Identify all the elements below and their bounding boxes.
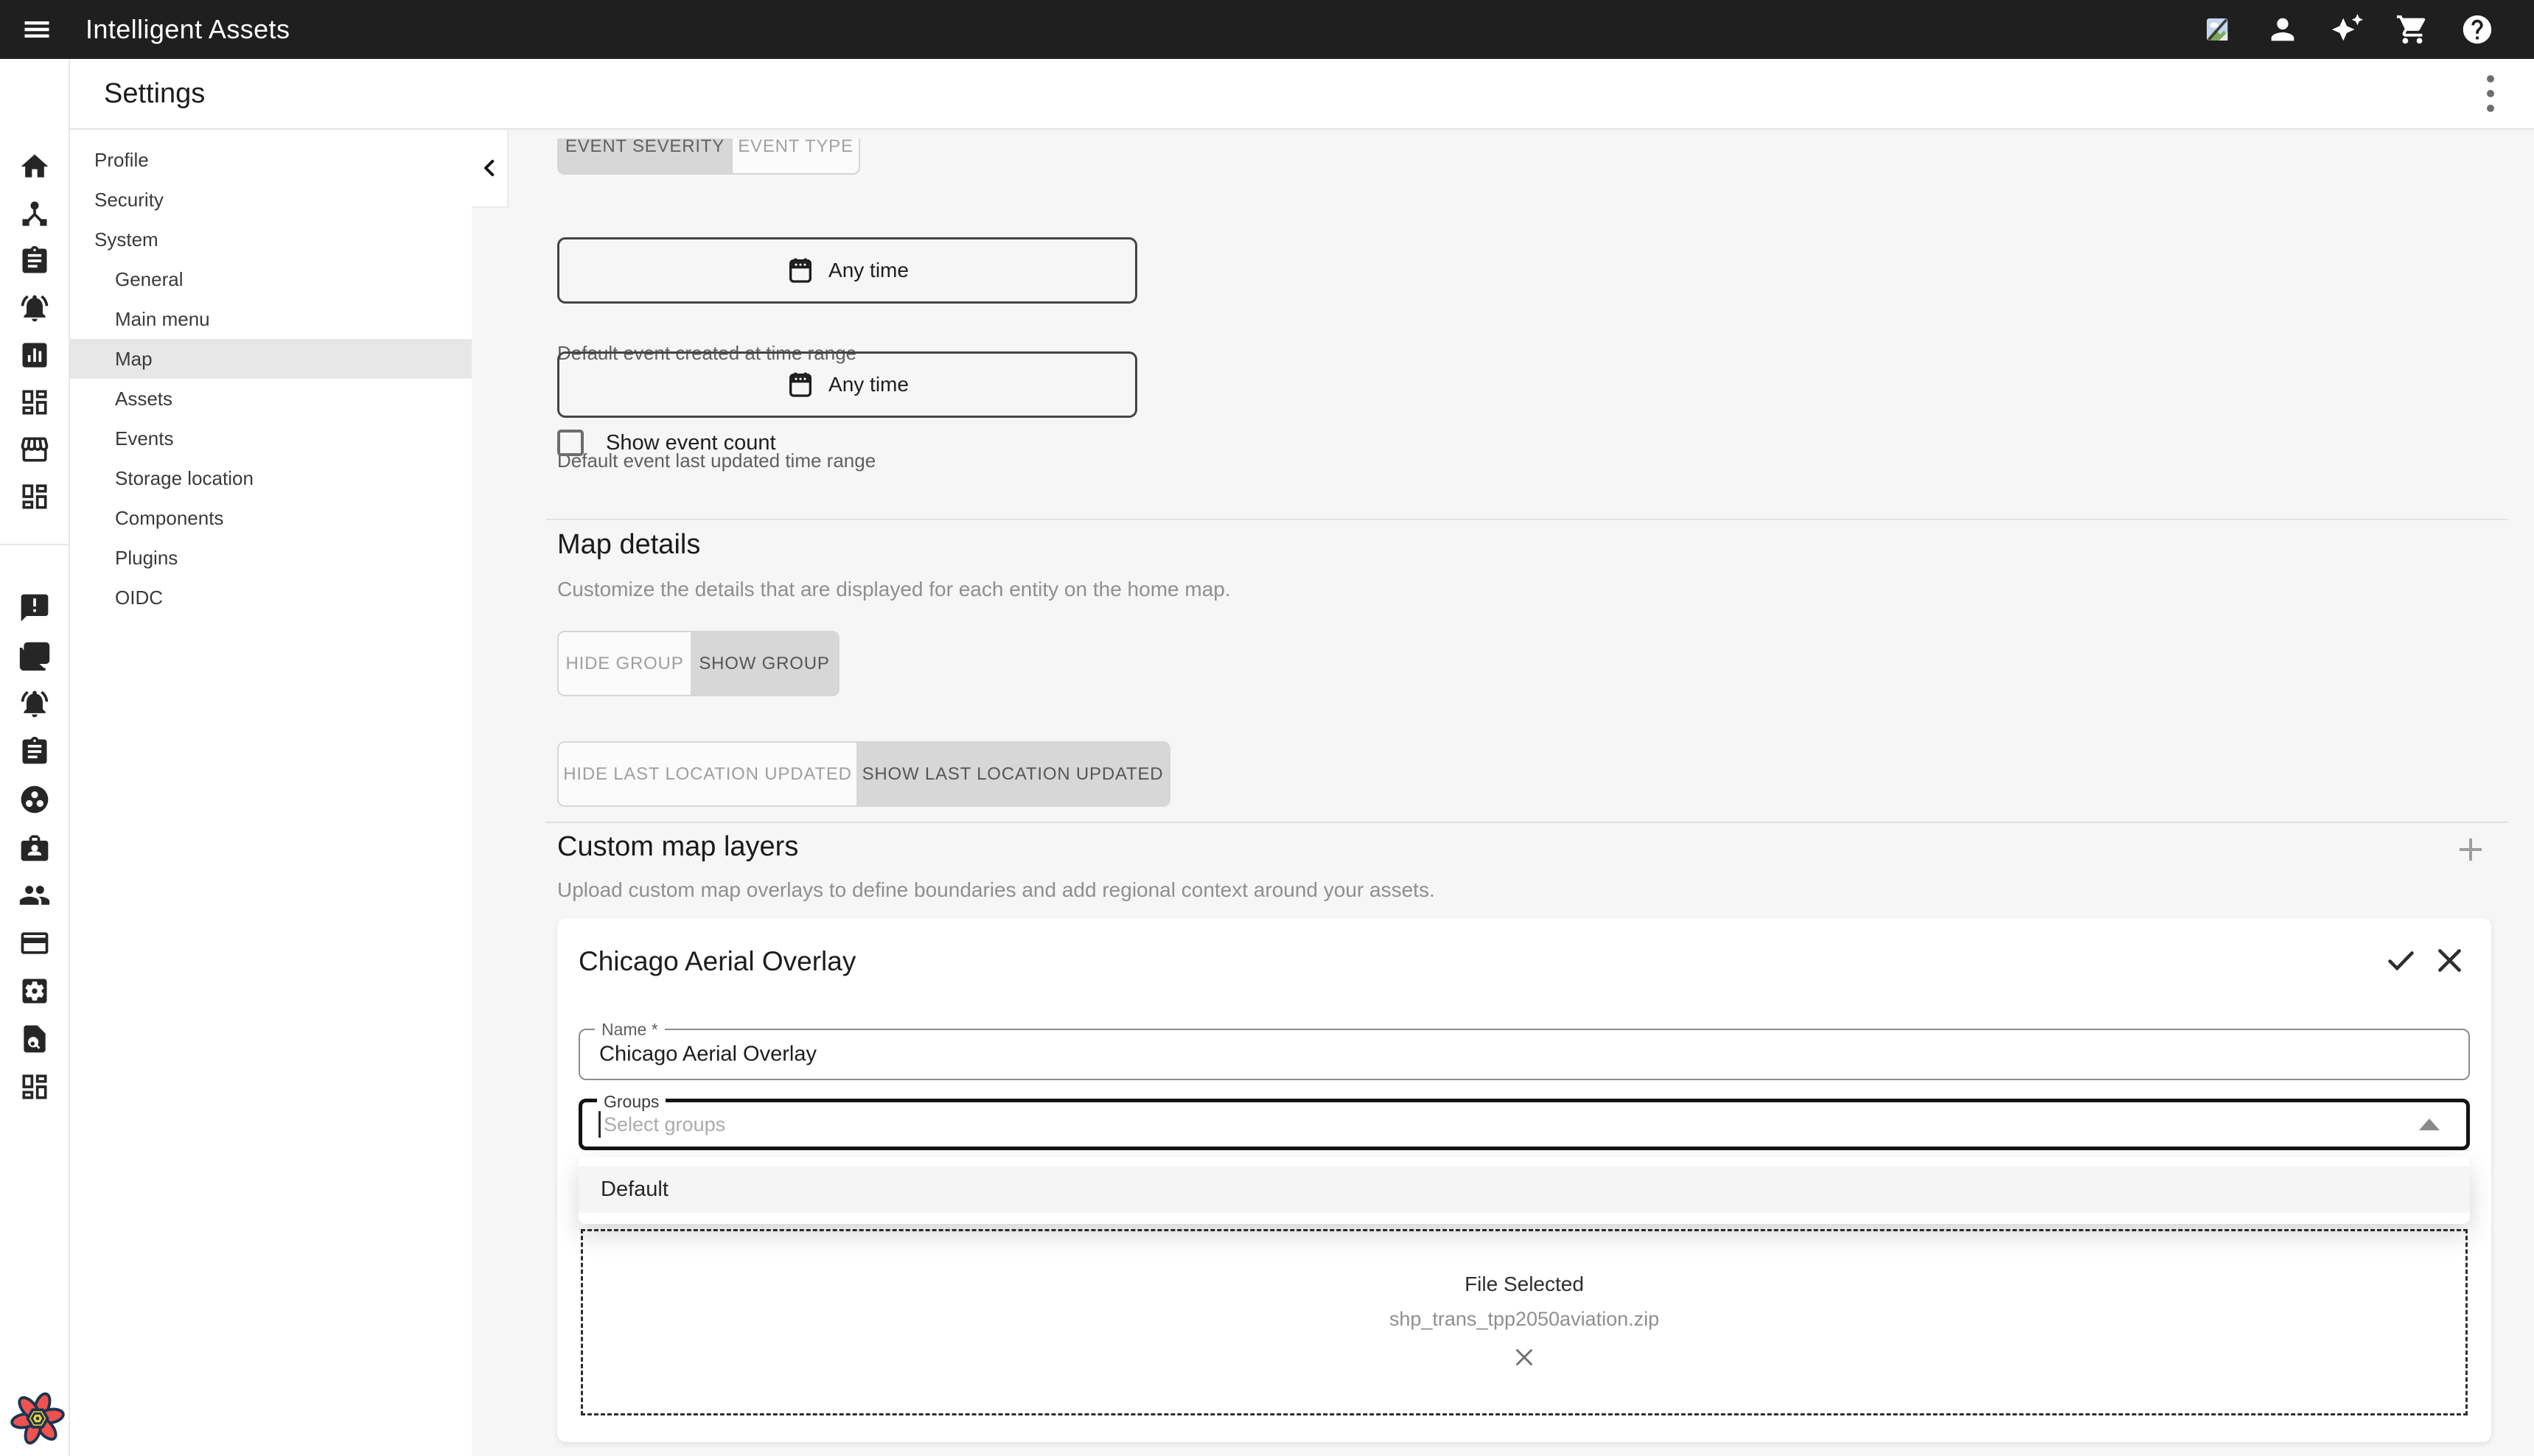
sparkle-icon[interactable] — [2329, 11, 2366, 48]
layer-card: Chicago Aerial Overlay Name * Chicago Ae… — [557, 918, 2491, 1442]
show-event-count-row[interactable]: Show event count — [557, 429, 776, 457]
nav-item-system[interactable]: System — [70, 220, 472, 259]
announcement-icon[interactable] — [0, 584, 69, 631]
close-icon — [1510, 1343, 1538, 1371]
nav-item-assets[interactable]: Assets — [70, 379, 472, 419]
page-title: Settings — [104, 78, 205, 110]
dropdown-open-arrow-icon[interactable] — [2419, 1119, 2440, 1130]
nav-item-map[interactable]: Map — [70, 339, 472, 379]
app-title: Intelligent Assets — [85, 14, 290, 45]
chevron-left-icon — [477, 155, 502, 181]
show-event-count-label: Show event count — [606, 431, 776, 455]
badge-icon[interactable] — [0, 823, 69, 871]
hide-last-location-button[interactable]: HIDE LAST LOCATION UPDATED — [559, 743, 856, 805]
nav-item-profile[interactable]: Profile — [70, 140, 472, 180]
custom-layers-description: Upload custom map overlays to define bou… — [557, 878, 1435, 902]
people-icon[interactable] — [0, 871, 69, 919]
groups-field[interactable]: Groups Select groups — [579, 1099, 2470, 1150]
name-field-label: Name * — [595, 1018, 665, 1040]
nav-item-plugins[interactable]: Plugins — [70, 538, 472, 578]
layer-card-actions — [2384, 943, 2466, 977]
tab-event-severity[interactable]: EVENT SEVERITY — [559, 139, 731, 173]
dashboard-alt-icon[interactable] — [0, 473, 69, 520]
device-hub-icon[interactable] — [0, 190, 69, 237]
updated-range-button[interactable]: Any time — [557, 351, 1137, 418]
settings-applications-icon[interactable] — [0, 967, 69, 1015]
map-details-title: Map details — [557, 529, 700, 561]
dropdown-option-default[interactable]: Default — [579, 1166, 2470, 1213]
nav-item-oidc[interactable]: OIDC — [70, 578, 472, 617]
document-search-icon[interactable] — [0, 1015, 69, 1063]
analytics-icon[interactable] — [0, 332, 69, 379]
created-range-value: Any time — [828, 259, 909, 282]
help-icon[interactable] — [2459, 11, 2496, 48]
more-options-icon[interactable] — [2481, 69, 2500, 118]
app-bar: Intelligent Assets — [0, 0, 2534, 59]
dashboard-icon[interactable] — [0, 379, 69, 426]
last-location-visibility-toggle: HIDE LAST LOCATION UPDATED SHOW LAST LOC… — [557, 741, 1170, 807]
nav-item-security[interactable]: Security — [70, 180, 472, 220]
rail-divider — [0, 544, 70, 545]
home-icon[interactable] — [0, 143, 69, 190]
created-range-button[interactable]: Any time — [557, 237, 1137, 304]
notifications-icon[interactable] — [0, 679, 69, 727]
plus-icon — [2453, 832, 2488, 867]
text-caret — [598, 1111, 601, 1138]
group-visibility-toggle: HIDE GROUP SHOW GROUP — [557, 631, 840, 696]
groups-dropdown: Default — [579, 1157, 2470, 1224]
file-upload-area[interactable]: File Selected shp_trans_tpp2050aviation.… — [581, 1229, 2468, 1415]
dashboard-icon[interactable] — [0, 1063, 69, 1110]
flower-devtools-logo[interactable] — [9, 1390, 66, 1447]
icon-rail — [0, 59, 70, 1456]
group-work-icon[interactable] — [0, 775, 69, 823]
updated-range-value: Any time — [828, 373, 909, 396]
check-icon — [2384, 944, 2418, 977]
collapse-nav-button[interactable] — [472, 130, 509, 208]
file-status: File Selected — [1465, 1273, 1584, 1296]
calendar-icon — [786, 368, 815, 401]
broken-image-icon[interactable] — [2199, 11, 2236, 48]
credit-card-icon[interactable] — [0, 919, 69, 967]
map-details-description: Customize the details that are displayed… — [557, 578, 1231, 601]
show-last-location-button[interactable]: SHOW LAST LOCATION UPDATED — [856, 743, 1169, 805]
nav-item-main-menu[interactable]: Main menu — [70, 299, 472, 339]
notifications-icon[interactable] — [0, 284, 69, 332]
tab-event-type[interactable]: EVENT TYPE — [731, 139, 859, 173]
confirm-layer-button[interactable] — [2384, 943, 2418, 977]
topbar-actions — [2199, 11, 2496, 48]
section-divider — [545, 822, 2507, 823]
menu-icon[interactable] — [19, 12, 55, 47]
clipboard-icon[interactable] — [0, 237, 69, 284]
custom-layers-title: Custom map layers — [557, 831, 798, 863]
remove-file-button[interactable] — [1509, 1343, 1539, 1372]
add-layer-button[interactable] — [2453, 832, 2488, 867]
cart-icon[interactable] — [2394, 11, 2431, 48]
person-icon[interactable] — [2264, 11, 2301, 48]
name-field[interactable]: Name * Chicago Aerial Overlay — [579, 1029, 2470, 1080]
close-icon — [2433, 944, 2466, 977]
page-header: Settings — [70, 59, 2534, 130]
groups-field-placeholder: Select groups — [604, 1113, 725, 1136]
settings-nav: Profile Security System General Main men… — [70, 130, 472, 1456]
cancel-layer-button[interactable] — [2432, 943, 2466, 977]
groups-field-placeholder-wrap: Select groups — [598, 1111, 725, 1138]
nav-item-general[interactable]: General — [70, 259, 472, 299]
groups-field-label: Groups — [597, 1091, 666, 1113]
hide-group-button[interactable]: HIDE GROUP — [559, 632, 691, 695]
layer-card-title: Chicago Aerial Overlay — [579, 946, 856, 977]
nav-item-storage-location[interactable]: Storage location — [70, 458, 472, 498]
clipboard-icon[interactable] — [0, 727, 69, 775]
file-name: shp_trans_tpp2050aviation.zip — [1389, 1308, 1659, 1331]
show-event-count-checkbox[interactable] — [557, 430, 584, 456]
media-library-icon[interactable] — [0, 631, 69, 679]
storefront-icon[interactable] — [0, 426, 69, 473]
map-settings-content: EVENT SEVERITY EVENT TYPE Default event … — [509, 130, 2534, 1456]
calendar-icon — [786, 254, 815, 287]
nav-item-events[interactable]: Events — [70, 419, 472, 458]
event-display-toggle: EVENT SEVERITY EVENT TYPE — [557, 139, 862, 175]
show-group-button[interactable]: SHOW GROUP — [691, 632, 838, 695]
section-divider — [545, 519, 2507, 520]
name-field-value: Chicago Aerial Overlay — [599, 1043, 817, 1067]
nav-item-components[interactable]: Components — [70, 498, 472, 538]
